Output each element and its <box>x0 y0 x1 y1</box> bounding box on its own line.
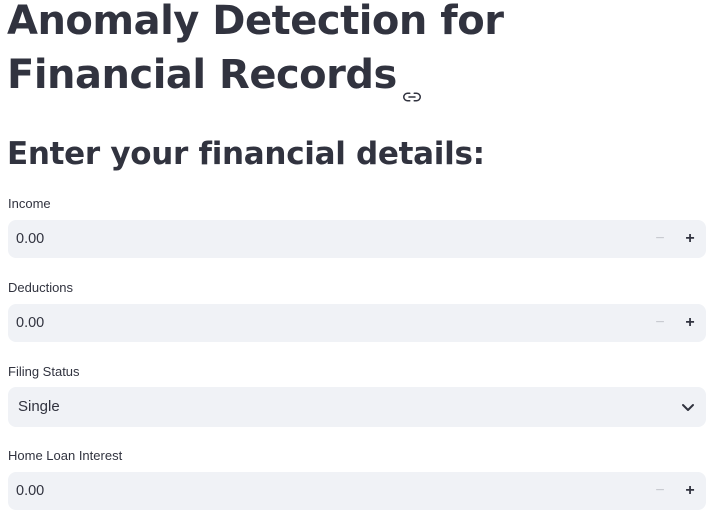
minus-icon[interactable]: − <box>644 304 676 342</box>
minus-icon[interactable]: − <box>644 472 676 510</box>
deductions-number-input[interactable]: 0.00 − + <box>8 304 706 342</box>
minus-icon[interactable]: − <box>644 220 676 258</box>
filing-status-select[interactable]: Single <box>8 387 706 427</box>
deductions-value[interactable]: 0.00 <box>16 304 44 342</box>
subheader: Enter your financial details: <box>7 136 485 172</box>
filing-status-label: Filing Status <box>8 364 80 379</box>
chevron-down-icon[interactable] <box>680 399 696 415</box>
page: Anomaly Detection for Financial Records … <box>0 0 706 519</box>
page-title: Anomaly Detection for Financial Records <box>7 0 697 102</box>
income-label: Income <box>8 196 51 211</box>
filing-status-selected[interactable]: Single <box>18 387 60 427</box>
home-loan-interest-value[interactable]: 0.00 <box>16 472 44 510</box>
plus-icon[interactable]: + <box>674 304 706 342</box>
plus-icon[interactable]: + <box>674 472 706 510</box>
page-title-text: Anomaly Detection for Financial Records <box>7 0 504 98</box>
deductions-label: Deductions <box>8 280 74 295</box>
home-loan-interest-label: Home Loan Interest <box>8 448 123 463</box>
income-value[interactable]: 0.00 <box>16 220 44 258</box>
home-loan-interest-number-input[interactable]: 0.00 − + <box>8 472 706 510</box>
income-number-input[interactable]: 0.00 − + <box>8 220 706 258</box>
plus-icon[interactable]: + <box>674 220 706 258</box>
link-icon[interactable] <box>402 66 421 102</box>
